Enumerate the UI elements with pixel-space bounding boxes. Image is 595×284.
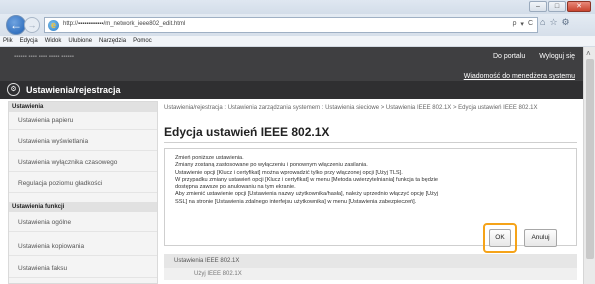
maximize-button[interactable]: □ [548,1,566,12]
info-line: W przypadku zmiany ustawień opcji [Klucz… [175,176,439,183]
info-line: SSL] na stronie [Ustawienia zdalnego int… [175,198,417,205]
tools-gear-icon[interactable]: ⚙ [562,17,570,28]
info-line: Aby zmienić ustawienie opcji [Ustawienia… [175,191,439,198]
page-header: ▪▪▪▪▪▪ ▪▪▪▪ ▪▪▪▪ ▪▪▪▪▪ ▪▪▪▪▪▪ Do portalu… [0,47,583,99]
page-title-bar: ⚙ Ustawienia/rejestracja [0,81,583,99]
address-tools: ρ ▾ C [512,20,533,28]
menu-edit[interactable]: Edycja [20,38,38,44]
forward-button[interactable]: → [24,17,40,33]
search-icon[interactable]: ρ [512,20,516,28]
sidebar-section-settings: Ustawienia [9,102,157,112]
message-to-admin-link[interactable]: Wiadomość do menedżera systemu [464,73,575,80]
info-line: Ustawienie opcji [Klucz i certyfikat] mo… [175,169,403,176]
scroll-up-icon[interactable]: ˄ [586,49,591,58]
forward-arrow-icon: → [27,20,37,30]
ok-button[interactable]: OK [489,229,511,247]
sidebar: Ustawienia Ustawienia papieru Ustawienia… [8,101,158,284]
breadcrumb: Ustawienia/rejestracja : Ustawienia zarz… [164,105,538,111]
menu-view[interactable]: Widok [45,38,62,44]
back-arrow-icon: ← [10,18,22,32]
info-text: Zmień poniższe ustawienia. Zmiany zostan… [175,155,570,206]
info-line: dostępna zawsze po anulowaniu na tym ekr… [175,184,296,191]
close-button[interactable]: ✕ [567,1,591,12]
info-line: Zmiany zostaną zastosowane po wyłączeniu… [175,162,368,169]
refresh-icon[interactable]: C [528,20,533,28]
section-header: Ustawienia IEEE 802.1X [164,254,577,268]
info-line: Zmień poniższe ustawienia. [175,155,244,161]
main-title: Edycja ustawień IEEE 802.1X [164,125,330,139]
section-row: Użyj IEEE 802.1X [164,268,577,280]
product-info: ▪▪▪▪▪▪ ▪▪▪▪ ▪▪▪▪ ▪▪▪▪▪ ▪▪▪▪▪▪ [14,54,74,60]
back-button[interactable]: ← [6,15,26,35]
logout-link[interactable]: Wyloguj się [539,53,575,60]
vertical-scrollbar[interactable]: ˄ [583,47,595,284]
scroll-thumb[interactable] [586,59,594,259]
favorites-icon[interactable]: ☆ [549,17,557,28]
cancel-button[interactable]: Anuluj [524,229,557,247]
browser-navbar: ← → e http://▪▪▪▪▪▪▪▪▪▪▪▪/m_network_ieee… [0,14,595,36]
title-divider [164,142,577,143]
home-icon[interactable]: ⌂ [540,17,545,28]
browser-menubar: Plik Edycja Widok Ulubione Narzędzia Pom… [0,36,595,47]
sidebar-item-copy[interactable]: Ustawienia kopiowania [9,238,157,256]
sidebar-item-general[interactable]: Ustawienia ogólne [9,214,157,232]
menu-favorites[interactable]: Ulubione [68,38,92,44]
menu-tools[interactable]: Narzędzia [99,38,126,44]
settings-icon: ⚙ [7,83,20,96]
minimize-button[interactable]: – [529,1,547,12]
menu-help[interactable]: Pomoc [133,38,152,44]
sidebar-item-smoothness[interactable]: Regulacja poziomu gładkości [9,175,157,193]
sidebar-item-timer[interactable]: Ustawienia wyłącznika czasowego [9,154,157,172]
address-bar[interactable]: e http://▪▪▪▪▪▪▪▪▪▪▪▪/m_network_ieee802_… [44,17,538,33]
url-text[interactable]: http://▪▪▪▪▪▪▪▪▪▪▪▪/m_network_ieee802_ed… [63,21,185,27]
window-controls: – □ ✕ [529,1,591,12]
browser-titlebar: – □ ✕ [0,0,595,14]
header-links: Do portalu Wyloguj się [493,53,575,60]
use-ieee-label: Użyj IEEE 802.1X [194,271,242,277]
portal-link[interactable]: Do portalu [493,53,525,60]
sidebar-item-fax[interactable]: Ustawienia faksu [9,260,157,278]
menu-file[interactable]: Plik [3,38,13,44]
browser-toolbar-icons: ⌂ ☆ ⚙ [540,17,570,28]
sidebar-item-paper[interactable]: Ustawienia papieru [9,112,157,130]
page-title: Ustawienia/rejestracja [26,85,121,95]
sidebar-item-display[interactable]: Ustawienia wyświetlania [9,133,157,151]
browser-logo-icon: e [48,20,59,31]
dropdown-icon[interactable]: ▾ [520,20,524,28]
sidebar-section-functions: Ustawienia funkcji [9,202,157,212]
